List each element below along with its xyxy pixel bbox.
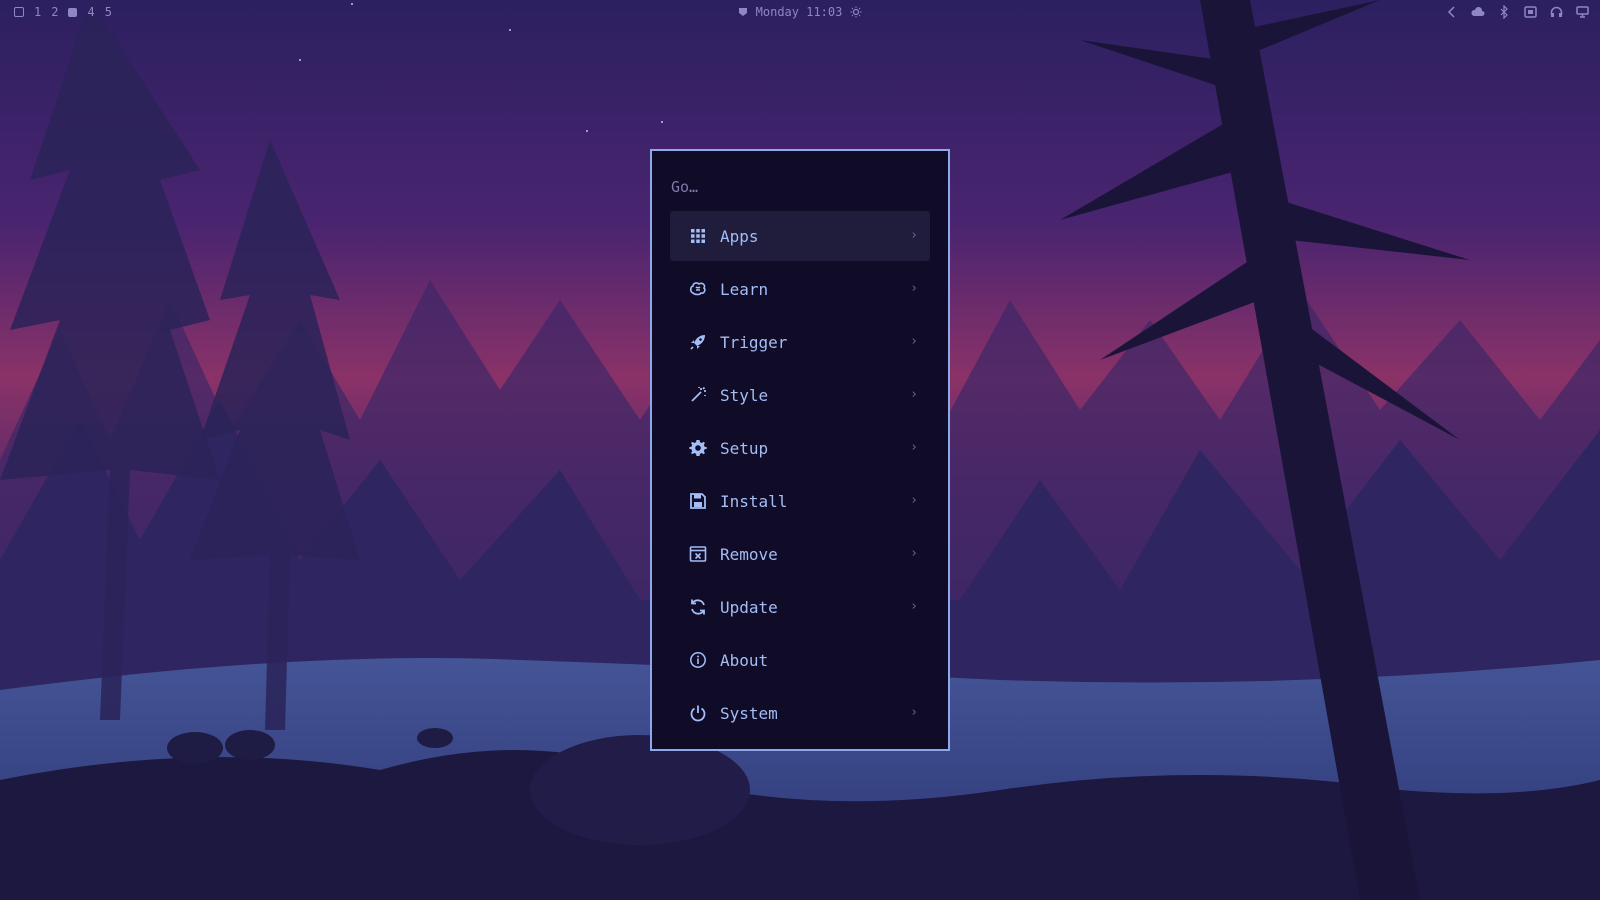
- launcher-menu: Go… Apps › Learn › Trigger › Style › Set…: [650, 149, 950, 751]
- menu-item-apps[interactable]: Apps ›: [670, 211, 930, 261]
- info-icon: [688, 650, 708, 670]
- display-icon[interactable]: [1574, 4, 1590, 20]
- chevron-right-icon: ›: [910, 705, 918, 720]
- chevron-right-icon: ›: [910, 334, 918, 349]
- refresh-icon: [688, 597, 708, 617]
- menu-item-label: Learn: [720, 279, 769, 299]
- menu-item-label: Apps: [720, 226, 759, 246]
- menu-item-label: Update: [720, 597, 778, 617]
- power-icon: [688, 703, 708, 723]
- rocket-icon: [688, 332, 708, 352]
- bluetooth-icon[interactable]: [1496, 4, 1512, 20]
- chevron-right-icon: ›: [910, 228, 918, 243]
- menu-item-label: Setup: [720, 438, 769, 458]
- brightness-icon[interactable]: [850, 6, 862, 18]
- search-prompt[interactable]: Go…: [671, 178, 698, 196]
- menu-item-label: Remove: [720, 544, 778, 564]
- notification-icon[interactable]: [738, 7, 748, 17]
- system-tray: [1444, 4, 1590, 20]
- chevron-right-icon: ›: [910, 599, 918, 614]
- menu-item-about[interactable]: About: [670, 635, 930, 685]
- headphones-icon[interactable]: [1548, 4, 1564, 20]
- menu-item-label: Install: [720, 491, 788, 511]
- menu-list: Apps › Learn › Trigger › Style › Setup ›…: [670, 211, 930, 741]
- menu-item-remove[interactable]: Remove ›: [670, 529, 930, 579]
- chevron-right-icon: ›: [910, 546, 918, 561]
- chevron-right-icon: ›: [910, 387, 918, 402]
- menu-item-setup[interactable]: Setup ›: [670, 423, 930, 473]
- menu-item-label: System: [720, 703, 778, 723]
- cloud-icon[interactable]: [1470, 4, 1486, 20]
- chevron-right-icon: ›: [910, 281, 918, 296]
- menu-item-system[interactable]: System ›: [670, 688, 930, 738]
- wand-icon: [688, 385, 708, 405]
- menu-item-style[interactable]: Style ›: [670, 370, 930, 420]
- menu-item-label: Style: [720, 385, 769, 405]
- chevron-right-icon: ›: [910, 493, 918, 508]
- menu-item-learn[interactable]: Learn ›: [670, 264, 930, 314]
- clock-label[interactable]: Monday 11:03: [756, 5, 843, 19]
- remove-window-icon: [688, 544, 708, 564]
- menu-item-trigger[interactable]: Trigger ›: [670, 317, 930, 367]
- gear-icon: [688, 438, 708, 458]
- screenshot-icon[interactable]: [1522, 4, 1538, 20]
- menu-item-label: Trigger: [720, 332, 788, 352]
- clock-area: Monday 11:03: [0, 5, 1600, 19]
- brain-icon: [688, 279, 708, 299]
- chevron-left-icon[interactable]: [1444, 4, 1460, 20]
- chevron-right-icon: ›: [910, 440, 918, 455]
- menu-item-label: About: [720, 650, 769, 670]
- grid-icon: [688, 226, 708, 246]
- menu-item-install[interactable]: Install ›: [670, 476, 930, 526]
- menu-item-update[interactable]: Update ›: [670, 582, 930, 632]
- save-icon: [688, 491, 708, 511]
- top-bar: 1 2 4 5 Monday 11:03: [0, 0, 1600, 26]
